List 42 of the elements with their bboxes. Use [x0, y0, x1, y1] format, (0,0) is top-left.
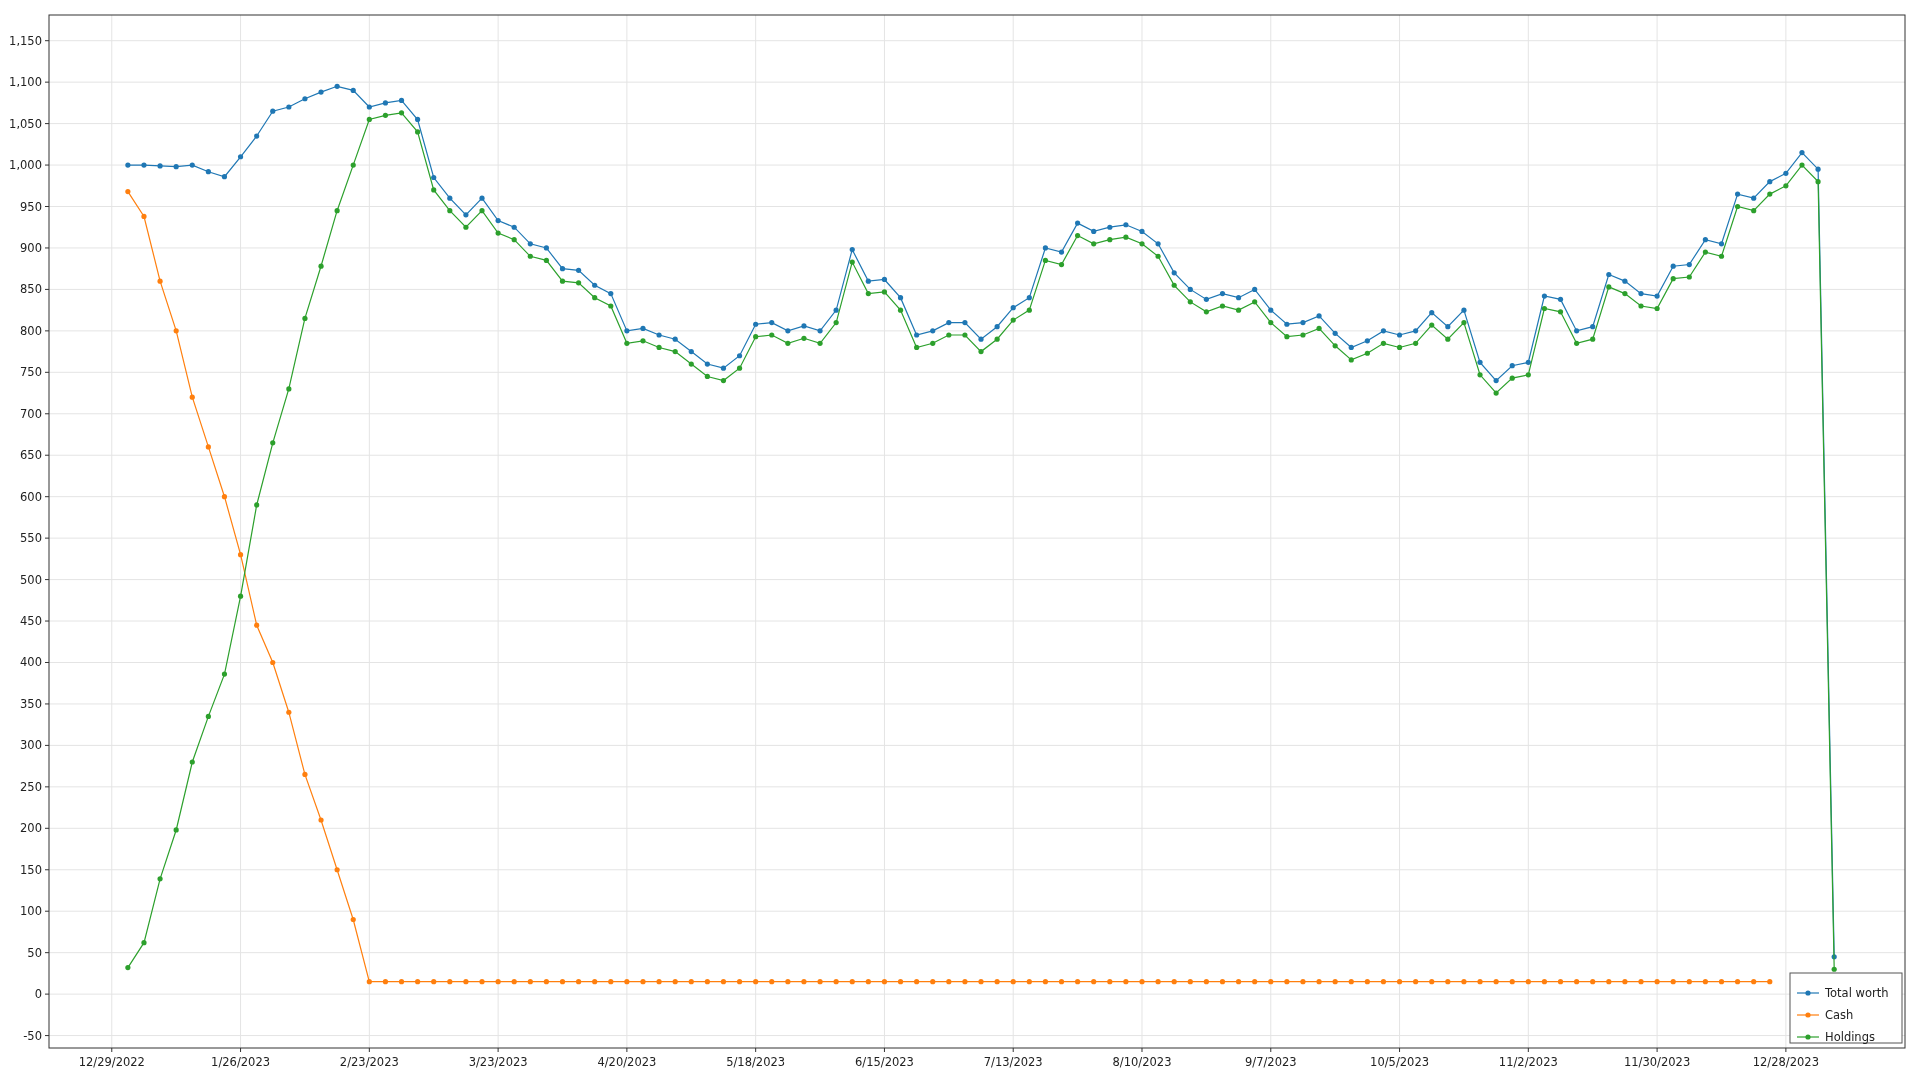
y-tick-label: 650	[20, 448, 42, 463]
x-tick-label: 3/23/2023	[468, 1055, 528, 1069]
x-tick-label: 11/2/2023	[1498, 1055, 1558, 1069]
x-tick-label: 5/18/2023	[726, 1055, 786, 1069]
y-tick-label: 850	[20, 282, 42, 297]
y-tick-label: 300	[20, 738, 42, 753]
y-tick-label: 1,100	[9, 75, 42, 90]
x-tick-label: 12/28/2023	[1752, 1055, 1820, 1069]
x-tick-label: 2/23/2023	[339, 1055, 399, 1069]
y-tick-label: 50	[27, 945, 42, 960]
x-tick-label: 7/13/2023	[983, 1055, 1043, 1069]
y-tick-label: 950	[20, 199, 42, 214]
y-tick-label: 450	[20, 614, 42, 629]
y-tick-label: 350	[20, 696, 42, 711]
y-tick-label: 700	[20, 406, 42, 421]
y-tick-label: 100	[20, 904, 42, 919]
x-tick-label: 9/7/2023	[1244, 1055, 1297, 1069]
x-tick-label: 8/10/2023	[1112, 1055, 1172, 1069]
y-tick-label: 1,000	[9, 158, 42, 173]
y-tick-label: 150	[20, 862, 42, 877]
y-tick-label: 1,050	[9, 116, 42, 131]
y-tick-label: 250	[20, 779, 42, 794]
y-tick-label: -50	[23, 1028, 42, 1043]
y-tick-label: 800	[20, 323, 42, 338]
y-tick-label: 200	[20, 821, 42, 836]
legend-label: Total worth	[1825, 986, 1889, 1000]
x-tick-label: 12/29/2022	[78, 1055, 145, 1069]
y-tick-label: 600	[20, 489, 42, 504]
y-tick-label: 550	[20, 531, 42, 546]
y-tick-label: 0	[34, 987, 42, 1002]
legend-label: Cash	[1825, 1008, 1854, 1022]
y-tick-label: 900	[20, 240, 42, 255]
y-tick-label: 1,150	[9, 33, 42, 48]
y-tick-label: 500	[20, 572, 42, 587]
x-tick-label: 10/5/2023	[1370, 1055, 1430, 1069]
x-tick-label: 1/26/2023	[211, 1055, 271, 1069]
x-tick-label: 11/30/2023	[1623, 1055, 1691, 1069]
legend-label: Holdings	[1825, 1030, 1875, 1044]
x-tick-label: 6/15/2023	[854, 1055, 914, 1069]
y-tick-label: 750	[20, 365, 42, 380]
y-tick-label: 400	[20, 655, 42, 670]
x-tick-label: 4/20/2023	[597, 1055, 657, 1069]
